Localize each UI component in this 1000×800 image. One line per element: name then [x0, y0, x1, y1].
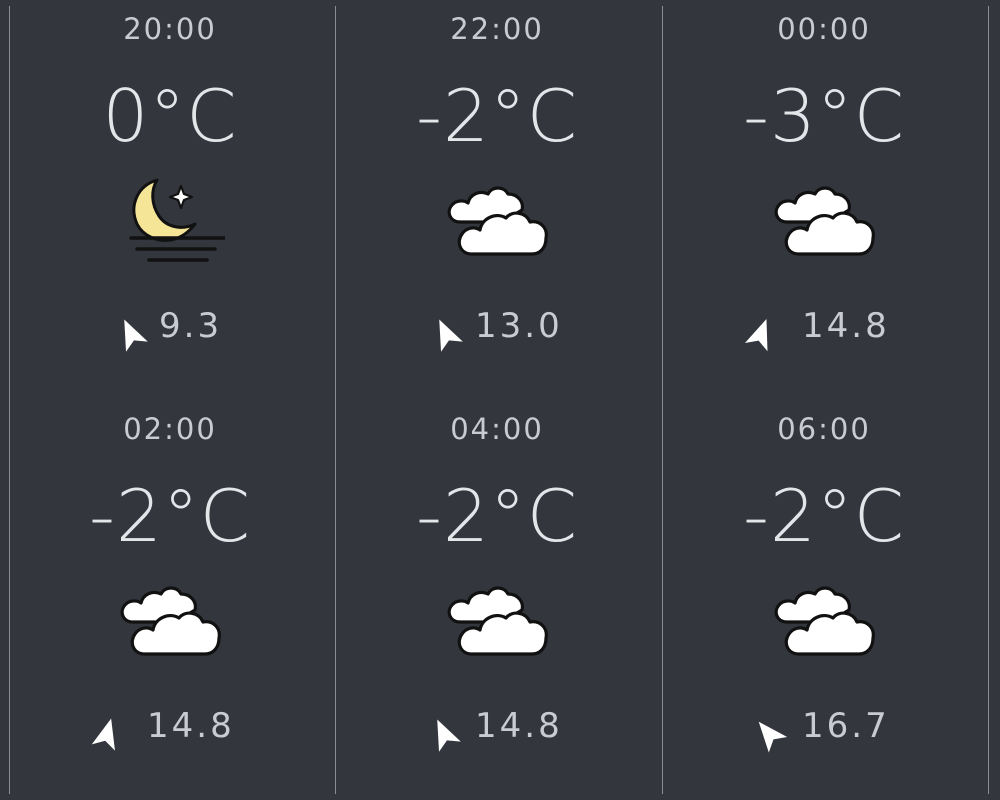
wind-info: 13.0 [334, 302, 660, 362]
forecast-time: 22:00 [450, 12, 544, 46]
forecast-temperature: -2°C [88, 474, 252, 558]
forecast-time: 06:00 [777, 412, 871, 446]
forecast-card: 06:00 -2°C 16.7 [661, 400, 987, 800]
wind-direction-icon [741, 314, 781, 354]
cloud-icon [769, 172, 879, 272]
cloud-icon [442, 172, 552, 272]
wind-direction-icon [87, 714, 127, 754]
wind-speed: 16.7 [802, 706, 890, 746]
forecast-card: 00:00 -3°C 14.8 [661, 0, 987, 400]
forecast-grid: 20:00 0°C 9.3 22:00 -2°C 13.0 00:00 -3°C… [0, 0, 1000, 800]
wind-info: 9.3 [7, 302, 333, 362]
forecast-temperature: -2°C [415, 74, 579, 158]
wind-speed: 14.8 [147, 706, 235, 746]
moon-icon [115, 172, 225, 272]
cloud-icon [442, 572, 552, 672]
wind-info: 14.8 [334, 702, 660, 762]
wind-info: 16.7 [661, 702, 987, 762]
wind-speed: 14.8 [802, 306, 890, 346]
divider [988, 6, 989, 794]
wind-speed: 9.3 [159, 306, 223, 346]
forecast-card: 04:00 -2°C 14.8 [334, 400, 660, 800]
forecast-temperature: 0°C [102, 74, 238, 158]
forecast-temperature: -3°C [742, 74, 906, 158]
forecast-card: 20:00 0°C 9.3 [7, 0, 333, 400]
forecast-time: 04:00 [450, 412, 544, 446]
cloud-icon [769, 572, 879, 672]
forecast-time: 20:00 [123, 12, 217, 46]
forecast-temperature: -2°C [415, 474, 579, 558]
wind-direction-icon [111, 314, 151, 354]
forecast-card: 22:00 -2°C 13.0 [334, 0, 660, 400]
wind-speed: 14.8 [475, 706, 563, 746]
forecast-time: 00:00 [777, 12, 871, 46]
wind-info: 14.8 [7, 702, 333, 762]
cloud-icon [115, 572, 225, 672]
wind-speed: 13.0 [475, 306, 563, 346]
wind-info: 14.8 [661, 302, 987, 362]
forecast-temperature: -2°C [742, 474, 906, 558]
forecast-card: 02:00 -2°C 14.8 [7, 400, 333, 800]
wind-direction-icon [749, 714, 789, 754]
wind-direction-icon [426, 314, 466, 354]
forecast-time: 02:00 [123, 412, 217, 446]
wind-direction-icon [424, 714, 464, 754]
